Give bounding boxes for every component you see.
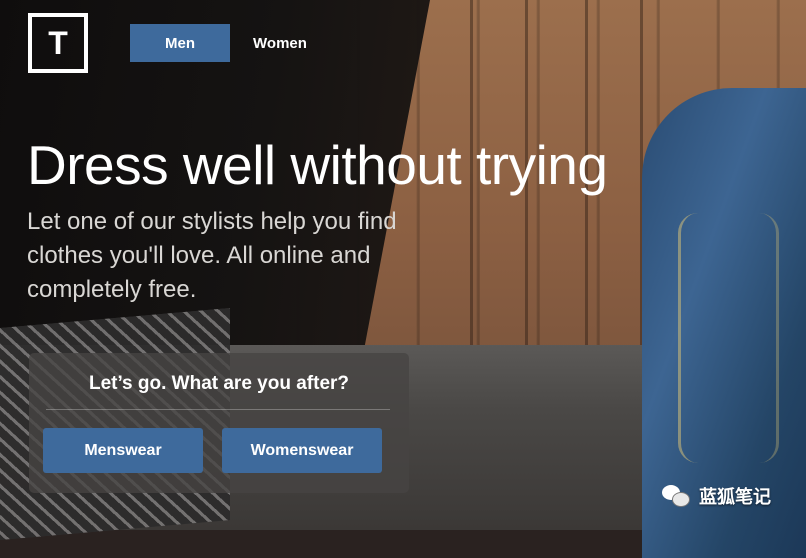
watermark: 蓝狐笔记 — [662, 480, 771, 512]
wechat-icon — [662, 484, 690, 508]
brand-logo[interactable]: T — [28, 13, 88, 73]
tab-women-label: Women — [253, 34, 307, 52]
card-divider — [46, 409, 390, 410]
watermark-text: 蓝狐笔记 — [699, 487, 771, 507]
tab-men[interactable]: Men — [130, 24, 230, 62]
menswear-button[interactable]: Menswear — [43, 428, 203, 473]
cta-card: Let’s go. What are you after? Menswear W… — [29, 353, 409, 493]
hero-title: Dress well without trying — [27, 134, 608, 196]
logo-letter: T — [48, 25, 68, 61]
hero-subtitle: Let one of our stylists help you find cl… — [27, 208, 397, 303]
menswear-button-label: Menswear — [84, 441, 162, 459]
womenswear-button-label: Womenswear — [250, 441, 354, 459]
tab-men-label: Men — [165, 34, 195, 52]
womenswear-button[interactable]: Womenswear — [222, 428, 382, 473]
tab-women[interactable]: Women — [230, 24, 330, 62]
cta-prompt: Let’s go. What are you after? — [88, 373, 350, 394]
